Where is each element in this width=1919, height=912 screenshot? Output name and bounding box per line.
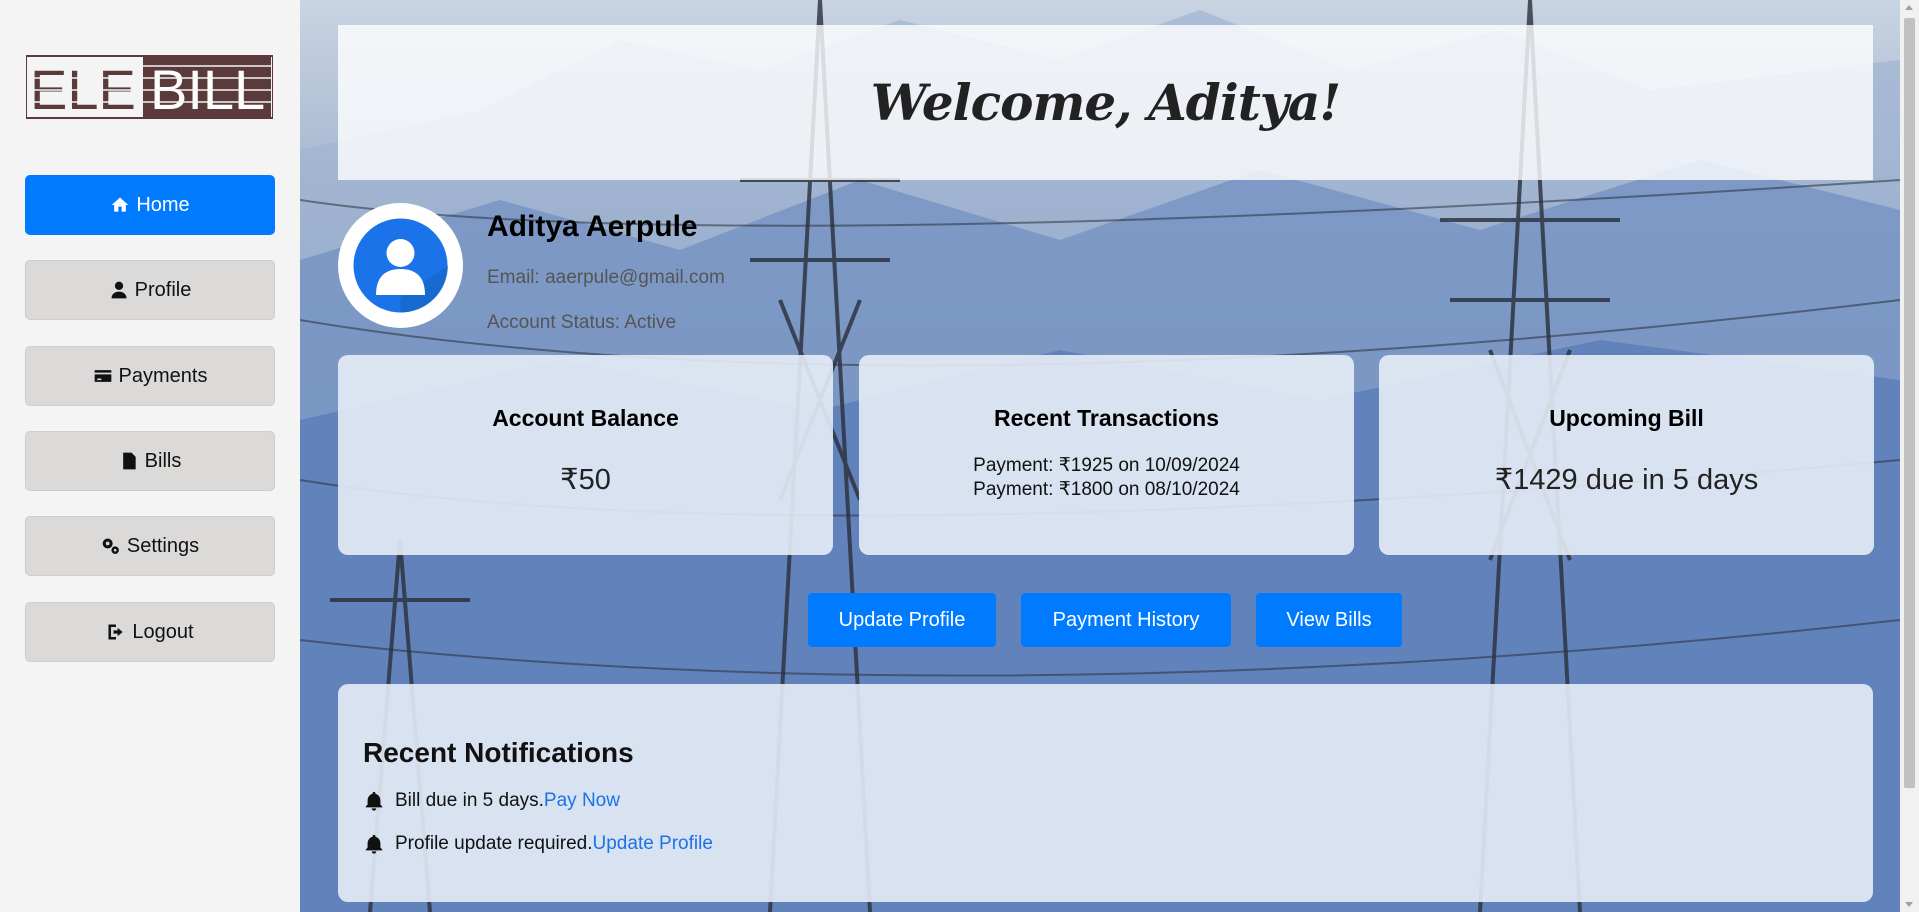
welcome-banner: Welcome, Aditya! (338, 25, 1873, 180)
welcome-heading: Welcome, Aditya! (870, 73, 1341, 132)
notification-item: Bill due in 5 days. Pay Now (363, 790, 620, 812)
profile-account-status: Account Status: Active (487, 312, 677, 333)
bell-icon (365, 834, 383, 854)
view-bills-button[interactable]: View Bills (1256, 593, 1402, 647)
avatar (338, 203, 463, 328)
profile-name: Aditya Aerpule (487, 210, 698, 243)
notifications-title: Recent Notifications (363, 737, 634, 768)
sidebar-item-label: Settings (126, 534, 200, 557)
document-icon (122, 452, 136, 470)
notification-text: Bill due in 5 days. (395, 790, 544, 811)
profile-email: Email: aaerpule@gmail.com (487, 267, 725, 288)
sidebar-item-label: Profile (134, 278, 192, 301)
sign-out-icon (108, 624, 124, 640)
sidebar-item-logout[interactable]: Logout (25, 602, 275, 662)
upcoming-bill-value: ₹1429 due in 5 days (1494, 464, 1759, 496)
notification-text: Profile update required. (395, 833, 593, 854)
sidebar-item-profile[interactable]: Profile (25, 260, 275, 320)
sidebar-item-label: Payments (118, 364, 208, 387)
sidebar: ELE BILL Home Profile Payments Bills Set… (0, 0, 300, 912)
vertical-scrollbar[interactable] (1900, 0, 1919, 912)
cogs-icon (102, 538, 119, 554)
elebill-logo[interactable]: ELE BILL (26, 54, 273, 120)
notifications-panel: Recent Notifications Bill due in 5 days.… (338, 684, 1873, 902)
home-icon (111, 197, 129, 212)
scroll-down-arrow-icon[interactable] (1905, 902, 1913, 907)
card-title: Account Balance (492, 405, 679, 431)
recent-transactions-card: Recent Transactions Payment: ₹1925 on 10… (859, 355, 1354, 555)
payment-history-button[interactable]: Payment History (1021, 593, 1231, 647)
sidebar-item-home[interactable]: Home (25, 175, 275, 235)
update-profile-link[interactable]: Update Profile (593, 833, 713, 855)
update-profile-button[interactable]: Update Profile (808, 593, 996, 647)
transaction-item: Payment: ₹1800 on 08/10/2024 (973, 479, 1240, 500)
notification-item: Profile update required. Update Profile (363, 833, 713, 855)
user-icon (111, 281, 127, 299)
card-title: Recent Transactions (994, 405, 1219, 431)
credit-card-icon (94, 370, 111, 382)
user-avatar-icon (353, 218, 448, 313)
sidebar-item-label: Logout (132, 620, 194, 643)
sidebar-item-label: Home (136, 193, 190, 216)
sidebar-item-settings[interactable]: Settings (25, 516, 275, 576)
sidebar-item-bills[interactable]: Bills (25, 431, 275, 491)
transactions-list: Payment: ₹1925 on 10/09/2024 Payment: ₹1… (859, 454, 1354, 502)
account-balance-value: ₹50 (560, 464, 611, 496)
logo-text-ele: ELE (30, 58, 136, 120)
sidebar-item-payments[interactable]: Payments (25, 346, 275, 406)
sidebar-item-label: Bills (144, 449, 182, 472)
upcoming-bill-card: Upcoming Bill ₹1429 due in 5 days (1379, 355, 1874, 555)
scrollbar-thumb[interactable] (1904, 18, 1915, 788)
account-balance-card: Account Balance ₹50 (338, 355, 833, 555)
scroll-up-arrow-icon[interactable] (1905, 5, 1913, 10)
pay-now-link[interactable]: Pay Now (544, 790, 620, 812)
bell-icon (365, 791, 383, 811)
card-title: Upcoming Bill (1549, 405, 1704, 431)
logo-text-bill: BILL (150, 58, 265, 120)
transaction-item: Payment: ₹1925 on 10/09/2024 (973, 455, 1240, 476)
